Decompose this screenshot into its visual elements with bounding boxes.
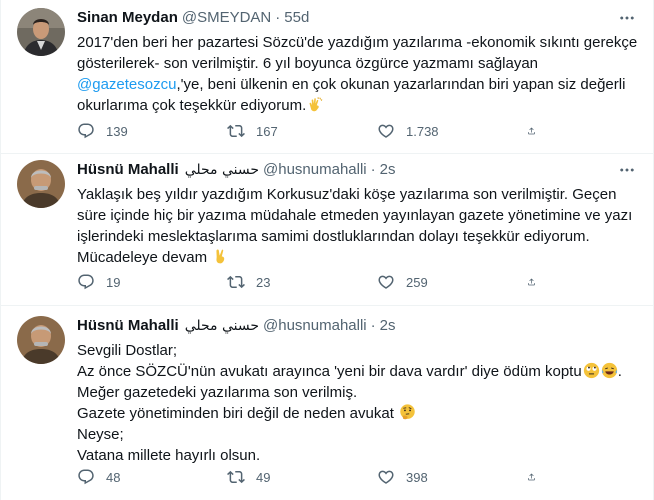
tweet-line: işlerindeki meslektaşlarıma samimi dostl… bbox=[77, 228, 590, 245]
like-heart-icon bbox=[377, 122, 395, 140]
tweet-husnu-mahalli-2[interactable]: Hüsnü Mahalli حسني محلي @husnumahalli · … bbox=[1, 306, 653, 500]
reply-icon bbox=[77, 122, 95, 140]
tweet-actions: 19 23 259 bbox=[77, 272, 547, 292]
author-handle[interactable]: @SMEYDAN bbox=[182, 8, 271, 28]
tweet-sinan-meydan[interactable]: Sinan Meydan @SMEYDAN · 55d 2017'den ber… bbox=[1, 0, 653, 154]
retweet-button[interactable]: 167 bbox=[227, 121, 347, 141]
tweet-line: Meğer gazetedeki yazılarıma son verilmiş… bbox=[77, 384, 358, 401]
reply-count: 48 bbox=[106, 469, 121, 485]
tweet-line: @gazetesozcu,'ye, beni ülkenin en çok ok… bbox=[77, 74, 637, 95]
separator-dot: · bbox=[370, 161, 376, 178]
tweet-text-fragment: ,'ye, beni ülkenin en çok okunan yazarla… bbox=[176, 76, 626, 93]
separator-dot: · bbox=[275, 9, 281, 26]
retweet-button[interactable]: 49 bbox=[227, 467, 347, 487]
tweet-time[interactable]: 2s bbox=[380, 160, 396, 180]
victory-hand-emoji-icon bbox=[216, 249, 225, 264]
mention-link[interactable]: @gazetesozcu bbox=[77, 76, 176, 93]
tweet-line: Yaklaşık beş yıldır yazdığım Korkusuz'da… bbox=[77, 186, 617, 203]
tweet-text-fragment: Gazete yönetiminden biri değil de neden … bbox=[77, 405, 394, 422]
tweet-line: Neyse; bbox=[77, 426, 124, 443]
tweet-time[interactable]: 55d bbox=[284, 8, 309, 28]
share-button[interactable] bbox=[527, 467, 547, 487]
author-name-arabic: حسني محلي bbox=[184, 162, 260, 178]
tweet-text: 2017'den beri her pazartesi Sözcü'de yaz… bbox=[77, 32, 637, 116]
reply-button[interactable]: 139 bbox=[77, 121, 197, 141]
author-name[interactable]: Hüsnü Mahalli bbox=[77, 316, 179, 336]
reply-count: 19 bbox=[106, 274, 121, 290]
like-button[interactable]: 398 bbox=[377, 467, 497, 487]
tweet-header: Sinan Meydan @SMEYDAN · 55d bbox=[77, 8, 637, 28]
retweet-button[interactable]: 23 bbox=[227, 272, 347, 292]
tweet-husnu-mahalli-1[interactable]: Hüsnü Mahalli حسني محلي @husnumahalli · … bbox=[1, 154, 653, 306]
share-button[interactable] bbox=[527, 121, 547, 141]
author-name-arabic: حسني محلي bbox=[184, 318, 260, 334]
reply-count: 139 bbox=[106, 123, 128, 139]
tweet-text-fragment: okurlarıma çok teşekkür ediyorum. bbox=[77, 97, 307, 114]
retweet-count: 49 bbox=[256, 469, 271, 485]
tweet-line: Sevgili Dostlar; bbox=[77, 342, 178, 359]
reply-icon bbox=[77, 273, 95, 291]
share-icon bbox=[527, 273, 536, 291]
author-name[interactable]: Sinan Meydan bbox=[77, 8, 178, 28]
reply-button[interactable]: 48 bbox=[77, 467, 197, 487]
avatar[interactable] bbox=[17, 316, 65, 364]
tweet-text: Yaklaşık beş yıldır yazdığım Korkusuz'da… bbox=[77, 184, 637, 268]
tweet-line: süre içinde hiç bir yazıma müdahale etme… bbox=[77, 207, 633, 224]
like-heart-icon bbox=[377, 468, 395, 486]
tweet-line: gösterilerek- son verilmiştir. 6 yıl boy… bbox=[77, 55, 539, 72]
share-icon bbox=[527, 122, 536, 140]
like-count: 259 bbox=[406, 274, 428, 290]
separator-dot: · bbox=[370, 317, 376, 334]
tweet-text-fragment: Az önce SÖZCÜ'nün avukatı arayınca 'yeni… bbox=[77, 363, 582, 380]
tweet-line: Vatana millete hayırlı olsun. bbox=[77, 447, 261, 464]
author-handle[interactable]: @husnumahalli bbox=[263, 316, 367, 336]
tweet-header: Hüsnü Mahalli حسني محلي @husnumahalli · … bbox=[77, 160, 637, 180]
author-handle[interactable]: @husnumahalli bbox=[263, 160, 367, 180]
more-options-icon[interactable] bbox=[617, 8, 637, 28]
tweet-text-fragment: . bbox=[617, 363, 622, 380]
retweet-icon bbox=[227, 468, 245, 486]
retweet-icon bbox=[227, 273, 245, 291]
tweet-line: 2017'den beri her pazartesi Sözcü'de yaz… bbox=[77, 34, 638, 51]
thinking-face-emoji-icon bbox=[400, 404, 415, 420]
like-button[interactable]: 1.738 bbox=[377, 121, 497, 141]
avatar[interactable] bbox=[17, 8, 65, 56]
reply-button[interactable]: 19 bbox=[77, 272, 197, 292]
reply-icon bbox=[77, 468, 95, 486]
retweet-count: 23 bbox=[256, 274, 271, 290]
tweet-line: okurlarıma çok teşekkür ediyorum. bbox=[77, 95, 637, 116]
clapping-hands-emoji-icon bbox=[309, 97, 323, 112]
tweet-feed: Sinan Meydan @SMEYDAN · 55d 2017'den ber… bbox=[0, 0, 654, 500]
like-button[interactable]: 259 bbox=[377, 272, 497, 292]
tweet-text-fragment: Mücadeleye devam bbox=[77, 249, 208, 266]
like-count: 398 bbox=[406, 469, 428, 485]
like-heart-icon bbox=[377, 273, 395, 291]
rolling-eyes-emoji-icon bbox=[583, 362, 599, 379]
avatar[interactable] bbox=[17, 160, 65, 208]
tweet-header: Hüsnü Mahalli حسني محلي @husnumahalli · … bbox=[77, 316, 637, 336]
share-button[interactable] bbox=[527, 272, 547, 292]
more-options-icon[interactable] bbox=[617, 160, 637, 180]
tweet-actions: 139 167 1.738 bbox=[77, 121, 547, 141]
tweet-line: Az önce SÖZCÜ'nün avukatı arayınca 'yeni… bbox=[77, 361, 637, 382]
tweet-text: Sevgili Dostlar; Az önce SÖZCÜ'nün avuka… bbox=[77, 340, 637, 466]
retweet-count: 167 bbox=[256, 123, 278, 139]
share-icon bbox=[527, 468, 536, 486]
tweet-line: Mücadeleye devam bbox=[77, 247, 637, 268]
tweet-line: Gazete yönetiminden biri değil de neden … bbox=[77, 403, 637, 424]
crying-laughing-emoji-icon bbox=[601, 362, 617, 379]
tweet-time[interactable]: 2s bbox=[380, 316, 396, 336]
author-name[interactable]: Hüsnü Mahalli bbox=[77, 160, 179, 180]
like-count: 1.738 bbox=[406, 123, 439, 139]
retweet-icon bbox=[227, 122, 245, 140]
tweet-actions: 48 49 398 bbox=[77, 467, 547, 487]
